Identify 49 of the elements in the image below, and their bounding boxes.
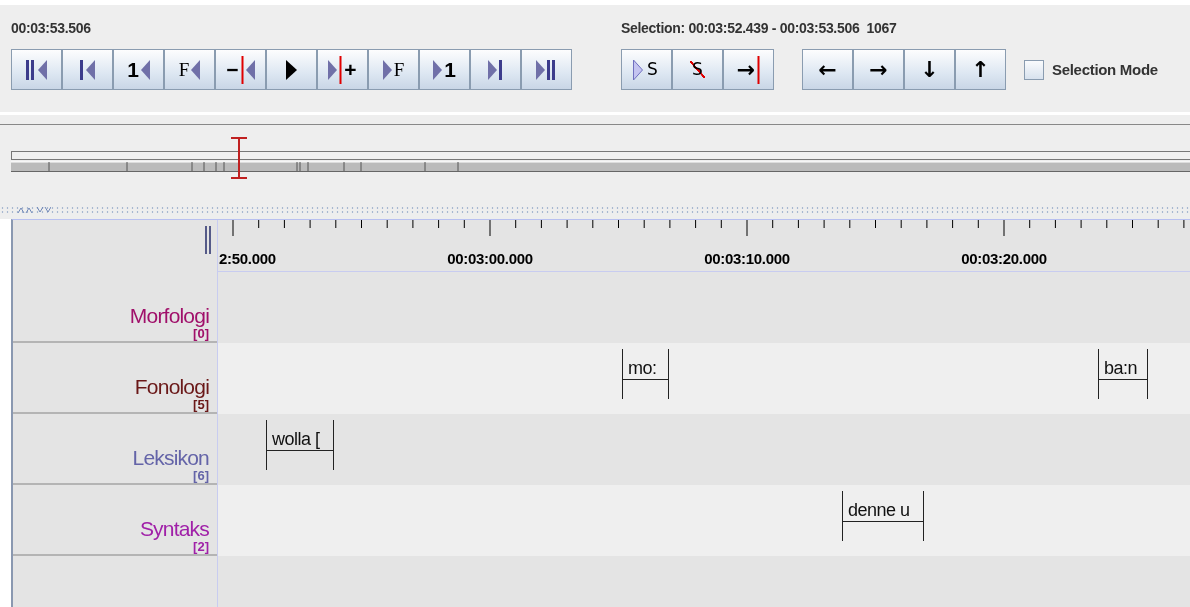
collapse-arrows-icon[interactable] bbox=[17, 206, 51, 214]
time-label: 2:50.000 bbox=[219, 250, 276, 267]
annotation-count: [2] bbox=[193, 539, 209, 554]
cursor-line-icon bbox=[757, 55, 761, 84]
media-button[interactable] bbox=[470, 49, 521, 90]
media-button[interactable] bbox=[11, 49, 62, 90]
media-button[interactable] bbox=[62, 49, 113, 90]
annotation[interactable]: denne u bbox=[842, 491, 924, 541]
resize-handle-icon[interactable] bbox=[205, 226, 211, 254]
media-button[interactable]: F bbox=[164, 49, 215, 90]
media-button[interactable]: 1 bbox=[113, 49, 164, 90]
navigation-button[interactable]: → bbox=[853, 49, 904, 90]
time-label: 00:03:10.000 bbox=[704, 250, 790, 267]
bar-icon bbox=[80, 57, 84, 82]
current-time: 00:03:53.506 bbox=[11, 20, 92, 38]
double-bar-icon bbox=[547, 57, 557, 82]
annotation[interactable]: ba:n bbox=[1098, 349, 1148, 399]
right-triangle-icon bbox=[633, 57, 644, 82]
navigation-button[interactable]: ← bbox=[802, 49, 853, 90]
media-button[interactable]: + bbox=[317, 49, 368, 90]
media-button[interactable]: F bbox=[368, 49, 419, 90]
selection-mode-checkbox[interactable] bbox=[1024, 59, 1044, 80]
selection-button[interactable]: S bbox=[621, 49, 672, 90]
tier-name[interactable]: Syntaks bbox=[139, 516, 209, 540]
annotation[interactable]: wolla [ bbox=[266, 420, 334, 470]
media-button[interactable] bbox=[521, 49, 572, 90]
media-button[interactable]: 1 bbox=[419, 49, 470, 90]
cursor-line-icon bbox=[339, 55, 343, 84]
tier-name[interactable]: Fonologi bbox=[134, 374, 209, 398]
tier-name[interactable]: Leksikon bbox=[132, 445, 209, 469]
double-bar-icon bbox=[26, 57, 36, 82]
navigation-button[interactable]: ↓ bbox=[904, 49, 955, 90]
time-label: 00:03:20.000 bbox=[961, 250, 1047, 267]
time-label: 00:03:00.000 bbox=[447, 250, 533, 267]
selection-button[interactable]: → bbox=[723, 49, 774, 90]
annotation[interactable]: mo: bbox=[622, 349, 669, 399]
annotation-count: [5] bbox=[193, 397, 209, 412]
tier-name[interactable]: Morfologi bbox=[129, 303, 209, 327]
media-button[interactable]: − bbox=[215, 49, 266, 90]
selection-label: Selection: 00:03:52.439 - 00:03:53.506 1067 bbox=[621, 20, 898, 38]
selection-mode-label: Selection Mode bbox=[1052, 61, 1158, 78]
cursor-line-icon bbox=[240, 55, 244, 84]
media-button[interactable] bbox=[266, 49, 317, 90]
play-icon bbox=[286, 57, 297, 82]
bar-icon bbox=[499, 57, 503, 82]
annotation-count: [0] bbox=[193, 326, 209, 341]
position-marker bbox=[229, 137, 249, 179]
annotation-count: [6] bbox=[193, 468, 209, 483]
navigation-button[interactable]: ↑ bbox=[955, 49, 1006, 90]
